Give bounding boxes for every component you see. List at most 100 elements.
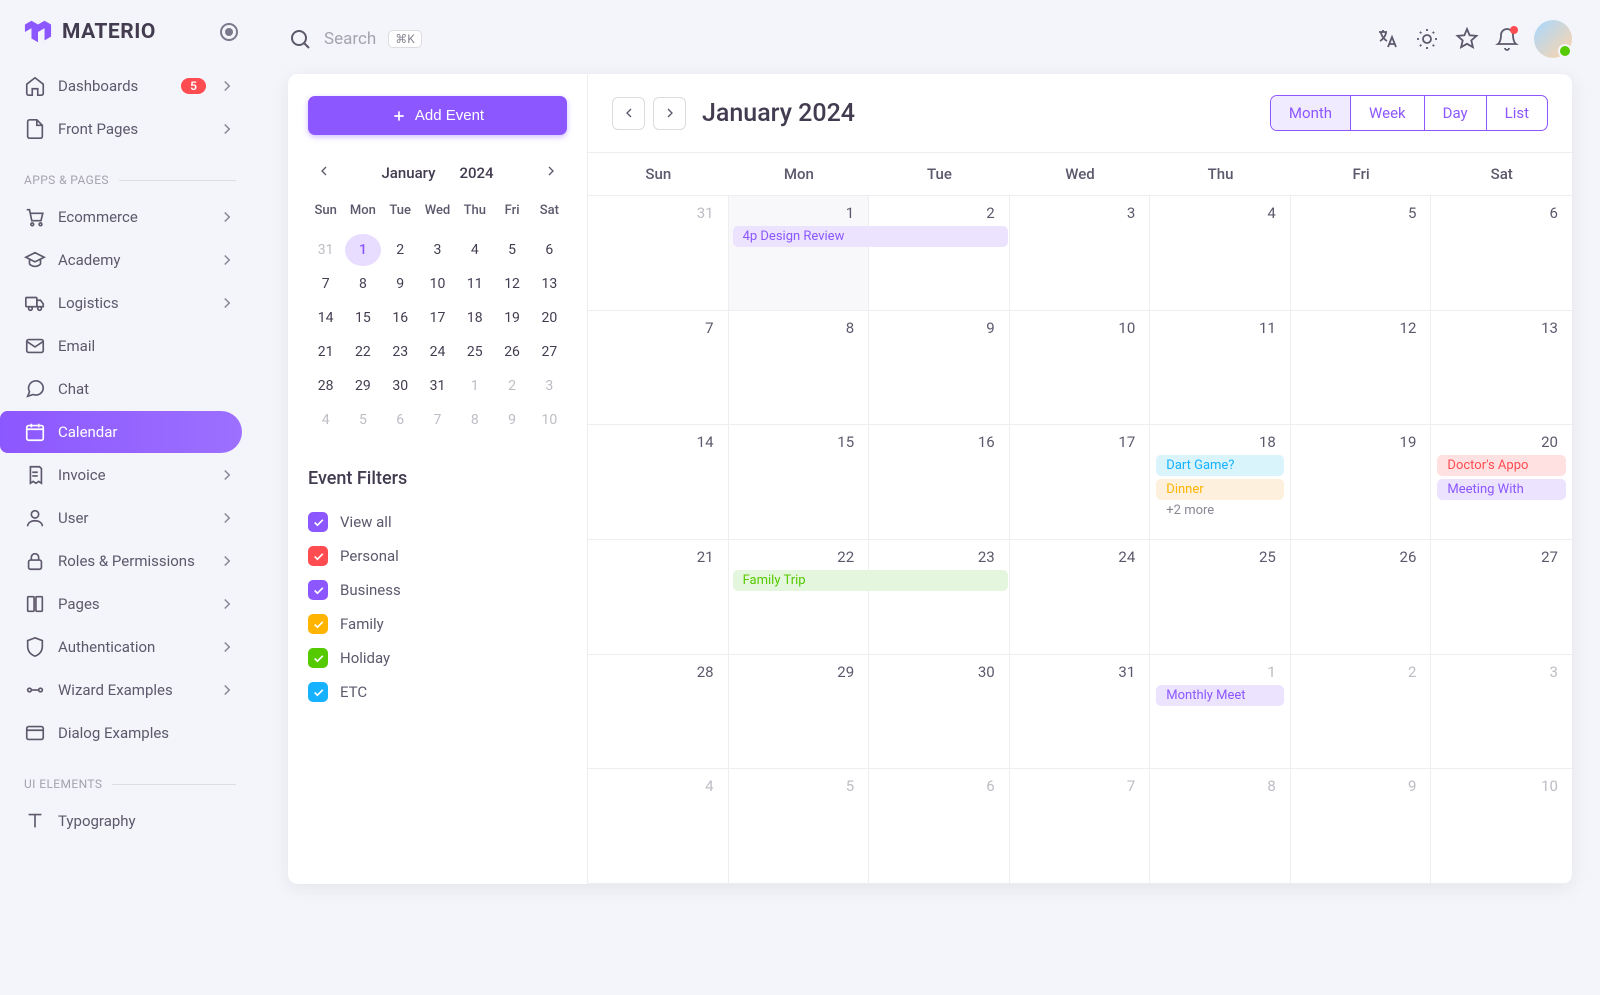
big-date[interactable]: 1 bbox=[1156, 661, 1284, 685]
big-date[interactable]: 23 bbox=[875, 546, 1003, 570]
mini-day[interactable]: 9 bbox=[494, 404, 529, 436]
big-date[interactable]: 1 bbox=[735, 202, 863, 226]
sidebar-item-dashboards[interactable]: Dashboards5 bbox=[8, 65, 252, 107]
view-tab-month[interactable]: Month bbox=[1271, 96, 1350, 130]
view-tab-day[interactable]: Day bbox=[1424, 96, 1486, 130]
sidebar-toggle-icon[interactable] bbox=[220, 23, 238, 41]
mini-day[interactable]: 21 bbox=[308, 336, 343, 368]
big-date[interactable]: 19 bbox=[1297, 431, 1425, 455]
mini-day[interactable]: 8 bbox=[457, 404, 492, 436]
big-date[interactable]: 13 bbox=[1437, 317, 1566, 341]
mini-day[interactable]: 13 bbox=[532, 268, 567, 300]
mini-day[interactable]: 5 bbox=[494, 234, 529, 266]
sidebar-item-typography[interactable]: Typography bbox=[8, 800, 252, 842]
mini-day[interactable]: 31 bbox=[308, 234, 343, 266]
mini-day[interactable]: 15 bbox=[345, 302, 380, 334]
mini-day[interactable]: 27 bbox=[532, 336, 567, 368]
big-date[interactable]: 12 bbox=[1297, 317, 1425, 341]
mini-day[interactable]: 24 bbox=[420, 336, 455, 368]
mini-day[interactable]: 7 bbox=[420, 404, 455, 436]
big-date[interactable]: 16 bbox=[875, 431, 1003, 455]
big-date[interactable]: 17 bbox=[1016, 431, 1144, 455]
theme-icon[interactable] bbox=[1414, 26, 1440, 52]
mini-day[interactable]: 22 bbox=[345, 336, 380, 368]
sidebar-item-roles-permissions[interactable]: Roles & Permissions bbox=[8, 540, 252, 582]
search[interactable]: Search ⌘K bbox=[288, 27, 1360, 51]
calendar-event[interactable]: Monthly Meet bbox=[1156, 685, 1284, 706]
big-date[interactable]: 8 bbox=[1156, 775, 1284, 799]
big-date[interactable]: 4 bbox=[1156, 202, 1284, 226]
filter-personal[interactable]: Personal bbox=[308, 539, 567, 573]
filter-holiday[interactable]: Holiday bbox=[308, 641, 567, 675]
mini-year[interactable]: 2024 bbox=[459, 164, 493, 182]
big-date[interactable]: 6 bbox=[875, 775, 1003, 799]
big-date[interactable]: 7 bbox=[594, 317, 722, 341]
sidebar-item-email[interactable]: Email bbox=[8, 325, 252, 367]
mini-day[interactable]: 14 bbox=[308, 302, 343, 334]
calendar-next-button[interactable] bbox=[653, 97, 686, 130]
big-date[interactable]: 14 bbox=[594, 431, 722, 455]
mini-day[interactable]: 2 bbox=[494, 370, 529, 402]
big-date[interactable]: 9 bbox=[1297, 775, 1425, 799]
mini-day[interactable]: 2 bbox=[383, 234, 418, 266]
filter-business[interactable]: Business bbox=[308, 573, 567, 607]
calendar-prev-button[interactable] bbox=[612, 97, 645, 130]
notifications-icon[interactable] bbox=[1494, 26, 1520, 52]
mini-day[interactable]: 30 bbox=[383, 370, 418, 402]
sidebar-item-invoice[interactable]: Invoice bbox=[8, 454, 252, 496]
sidebar-item-dialog-examples[interactable]: Dialog Examples bbox=[8, 712, 252, 754]
mini-day[interactable]: 28 bbox=[308, 370, 343, 402]
big-date[interactable]: 28 bbox=[594, 661, 722, 685]
sidebar-item-chat[interactable]: Chat bbox=[8, 368, 252, 410]
mini-day[interactable]: 11 bbox=[457, 268, 492, 300]
mini-day[interactable]: 10 bbox=[420, 268, 455, 300]
avatar[interactable] bbox=[1534, 20, 1572, 58]
big-date[interactable]: 5 bbox=[735, 775, 863, 799]
mini-day[interactable]: 26 bbox=[494, 336, 529, 368]
big-date[interactable]: 3 bbox=[1437, 661, 1566, 685]
calendar-event[interactable]: Dinner bbox=[1156, 479, 1284, 500]
big-date[interactable]: 2 bbox=[1297, 661, 1425, 685]
big-date[interactable]: 3 bbox=[1016, 202, 1144, 226]
filter-view-all[interactable]: View all bbox=[308, 505, 567, 539]
mini-day[interactable]: 20 bbox=[532, 302, 567, 334]
mini-day[interactable]: 29 bbox=[345, 370, 380, 402]
mini-day[interactable]: 5 bbox=[345, 404, 380, 436]
big-date[interactable]: 2 bbox=[875, 202, 1003, 226]
mini-day[interactable]: 17 bbox=[420, 302, 455, 334]
filter-etc[interactable]: ETC bbox=[308, 675, 567, 709]
add-event-button[interactable]: Add Event bbox=[308, 96, 567, 135]
view-tab-week[interactable]: Week bbox=[1350, 96, 1424, 130]
mini-month[interactable]: January bbox=[381, 164, 435, 182]
mini-day[interactable]: 23 bbox=[383, 336, 418, 368]
sidebar-item-front-pages[interactable]: Front Pages bbox=[8, 108, 252, 150]
sidebar-item-wizard-examples[interactable]: Wizard Examples bbox=[8, 669, 252, 711]
mini-day[interactable]: 31 bbox=[420, 370, 455, 402]
mini-prev-button[interactable] bbox=[312, 159, 336, 187]
mini-day[interactable]: 3 bbox=[532, 370, 567, 402]
big-date[interactable]: 15 bbox=[735, 431, 863, 455]
calendar-event[interactable]: Meeting With bbox=[1437, 479, 1566, 500]
big-date[interactable]: 29 bbox=[735, 661, 863, 685]
mini-day[interactable]: 19 bbox=[494, 302, 529, 334]
filter-family[interactable]: Family bbox=[308, 607, 567, 641]
big-date[interactable]: 8 bbox=[735, 317, 863, 341]
calendar-event[interactable]: Doctor's Appo bbox=[1437, 455, 1566, 476]
calendar-event[interactable]: 4p Design Review bbox=[733, 226, 1008, 247]
sidebar-item-authentication[interactable]: Authentication bbox=[8, 626, 252, 668]
mini-day[interactable]: 10 bbox=[532, 404, 567, 436]
big-date[interactable]: 30 bbox=[875, 661, 1003, 685]
mini-day[interactable]: 8 bbox=[345, 268, 380, 300]
calendar-event[interactable]: Dart Game? bbox=[1156, 455, 1284, 476]
mini-day[interactable]: 4 bbox=[457, 234, 492, 266]
sidebar-item-academy[interactable]: Academy bbox=[8, 239, 252, 281]
mini-day[interactable]: 18 bbox=[457, 302, 492, 334]
big-date[interactable]: 4 bbox=[594, 775, 722, 799]
star-icon[interactable] bbox=[1454, 26, 1480, 52]
mini-day[interactable]: 1 bbox=[457, 370, 492, 402]
big-date[interactable]: 7 bbox=[1016, 775, 1144, 799]
big-date[interactable]: 26 bbox=[1297, 546, 1425, 570]
big-date[interactable]: 5 bbox=[1297, 202, 1425, 226]
mini-day[interactable]: 25 bbox=[457, 336, 492, 368]
mini-day[interactable]: 1 bbox=[345, 234, 380, 266]
